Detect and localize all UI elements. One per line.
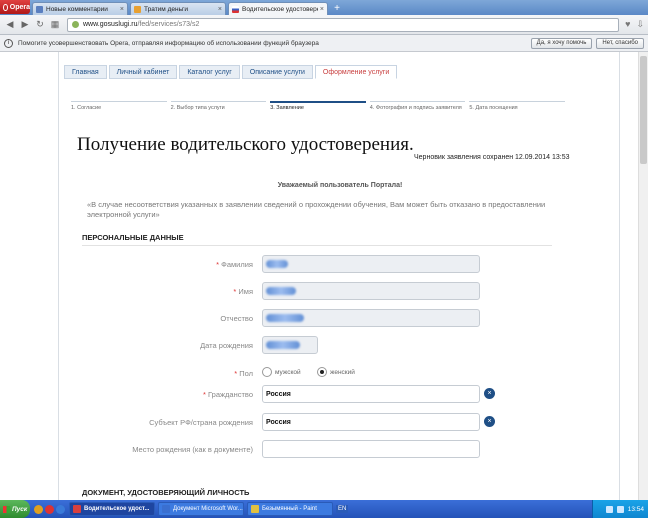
secure-icon bbox=[72, 21, 79, 28]
crumb-description[interactable]: Описание услуги bbox=[241, 65, 313, 79]
patronymic-field[interactable] bbox=[262, 309, 480, 327]
radio-checked-icon[interactable] bbox=[317, 367, 327, 377]
volume-icon[interactable] bbox=[616, 505, 624, 513]
birthdate-row: Дата рождения bbox=[59, 336, 621, 354]
crumb-home[interactable]: Главная bbox=[64, 65, 107, 79]
clear-citizenship-icon[interactable]: × bbox=[484, 388, 495, 399]
greeting-text: Уважаемый пользователь Портала! bbox=[277, 182, 403, 189]
ie-icon[interactable] bbox=[56, 504, 65, 514]
gender-female-radio[interactable]: женский bbox=[317, 367, 355, 377]
word-icon bbox=[162, 505, 170, 513]
birthdate-field[interactable] bbox=[262, 336, 318, 354]
step-date[interactable]: 5. Дата посещения bbox=[469, 101, 565, 111]
name-field[interactable] bbox=[262, 282, 480, 300]
start-button[interactable]: Пуск bbox=[0, 500, 30, 518]
notification-bar: i Помогите усовершенствовать Opera, отпр… bbox=[0, 35, 648, 52]
clear-region-icon[interactable]: × bbox=[484, 416, 495, 427]
windows-taskbar: Пуск Водительское удост... Документ Micr… bbox=[0, 500, 648, 518]
warning-text: «В случае несоответствия указанных в зая… bbox=[87, 200, 546, 219]
tab-comments[interactable]: Новые комментарии × bbox=[32, 2, 128, 15]
opera-icon[interactable] bbox=[45, 504, 54, 514]
tab-license[interactable]: Водительское удостоверение × bbox=[228, 2, 328, 15]
crumb-order[interactable]: Оформление услуги bbox=[314, 65, 398, 79]
surname-field[interactable] bbox=[262, 255, 480, 273]
birthplace-row: Место рождения (как в документе) bbox=[59, 440, 621, 458]
section-personal-heading: ПЕРСОНАЛЬНЫЕ ДАННЫЕ bbox=[82, 233, 184, 242]
section-divider bbox=[82, 245, 552, 246]
step-type[interactable]: 2. Выбор типа услуги bbox=[170, 101, 267, 111]
notif-no-button[interactable]: Нет, спасибо bbox=[596, 37, 644, 49]
crumb-cabinet[interactable]: Личный кабинет bbox=[108, 65, 178, 79]
region-select[interactable]: Россия bbox=[262, 413, 480, 431]
citizenship-row: * Гражданство Россия × bbox=[59, 385, 621, 403]
taskbar-item-word[interactable]: Документ Microsoft Wor... bbox=[158, 502, 244, 516]
new-tab-button[interactable]: + bbox=[331, 3, 343, 15]
opera-icon bbox=[73, 505, 81, 513]
tab-money[interactable]: Тратим деньги × bbox=[130, 2, 226, 15]
taskbar-item-paint[interactable]: Безымянный - Paint bbox=[247, 502, 333, 516]
crumb-catalog[interactable]: Каталог услуг bbox=[179, 65, 240, 79]
paint-icon bbox=[251, 505, 259, 513]
chrome-icon[interactable] bbox=[34, 504, 43, 514]
redacted-value bbox=[266, 314, 304, 322]
windows-logo-icon bbox=[3, 505, 10, 513]
address-bar: ◀ ▶ ↻ ▦ www.gosuslugi.ru/fed/services/s7… bbox=[0, 15, 648, 35]
speed-dial-icon[interactable]: ▦ bbox=[49, 19, 61, 31]
close-icon[interactable]: × bbox=[320, 6, 324, 13]
wizard-steps: 1. Согласие 2. Выбор типа услуги 3. Заяв… bbox=[71, 101, 569, 111]
surname-row: * Фамилия bbox=[59, 255, 621, 273]
draft-status: Черновик заявления сохранен 12.09.2014 1… bbox=[414, 154, 570, 161]
redacted-value bbox=[266, 341, 300, 349]
scrollbar-thumb[interactable] bbox=[640, 56, 647, 164]
citizenship-select[interactable]: Россия bbox=[262, 385, 480, 403]
gender-male-radio[interactable]: мужской bbox=[262, 367, 301, 377]
quick-launch bbox=[34, 504, 65, 514]
close-icon[interactable]: × bbox=[218, 6, 222, 13]
redacted-value bbox=[266, 287, 296, 295]
radio-icon[interactable] bbox=[262, 367, 272, 377]
redacted-value bbox=[266, 260, 288, 268]
russia-flag-icon bbox=[232, 5, 239, 13]
patronymic-row: Отчество bbox=[59, 309, 621, 327]
network-icon[interactable] bbox=[605, 505, 613, 513]
step-application[interactable]: 3. Заявление bbox=[270, 101, 366, 111]
opera-menu-button[interactable]: Opera bbox=[0, 0, 30, 14]
opera-logo-icon bbox=[3, 3, 8, 11]
language-indicator[interactable]: EN bbox=[336, 505, 349, 513]
close-icon[interactable]: × bbox=[120, 6, 124, 13]
page-title: Получение водительского удостоверения. bbox=[77, 134, 414, 155]
main-content: Главная Личный кабинет Каталог услуг Опи… bbox=[58, 52, 620, 500]
forward-icon[interactable]: ▶ bbox=[19, 19, 31, 31]
system-tray: 13:54 bbox=[592, 500, 648, 518]
gender-row: * Пол мужской женский bbox=[234, 367, 355, 378]
heart-icon[interactable]: ♥ bbox=[625, 19, 630, 30]
notif-yes-button[interactable]: Да, я хочу помочь bbox=[530, 37, 593, 49]
taskbar-item-opera[interactable]: Водительское удост... bbox=[69, 502, 155, 516]
section-document-heading: ДОКУМЕНТ, УДОСТОВЕРЯЮЩИЙ ЛИЧНОСТЬ bbox=[82, 488, 250, 497]
reload-icon[interactable]: ↻ bbox=[34, 19, 46, 31]
name-row: * Имя bbox=[59, 282, 621, 300]
region-row: Субъект РФ/страна рождения Россия × bbox=[59, 413, 621, 431]
clock: 13:54 bbox=[627, 505, 644, 513]
info-icon: i bbox=[4, 38, 13, 48]
back-icon[interactable]: ◀ bbox=[4, 19, 16, 31]
birthplace-input[interactable] bbox=[262, 440, 480, 458]
url-input[interactable]: www.gosuslugi.ru/fed/services/s73/s2 bbox=[67, 17, 620, 32]
download-icon[interactable]: ⇩ bbox=[636, 19, 644, 30]
step-photo[interactable]: 4. Фотография и подпись заявителя bbox=[369, 101, 466, 111]
tab-favicon-icon bbox=[36, 5, 43, 13]
step-consent[interactable]: 1. Согласие bbox=[71, 101, 167, 111]
breadcrumb: Главная Личный кабинет Каталог услуг Опи… bbox=[64, 65, 399, 79]
tab-favicon-icon bbox=[134, 5, 141, 13]
page-scrollbar[interactable] bbox=[638, 52, 648, 500]
browser-tab-bar: Opera Новые комментарии × Тратим деньги … bbox=[0, 0, 648, 15]
page-viewport: Главная Личный кабинет Каталог услуг Опи… bbox=[0, 52, 648, 500]
